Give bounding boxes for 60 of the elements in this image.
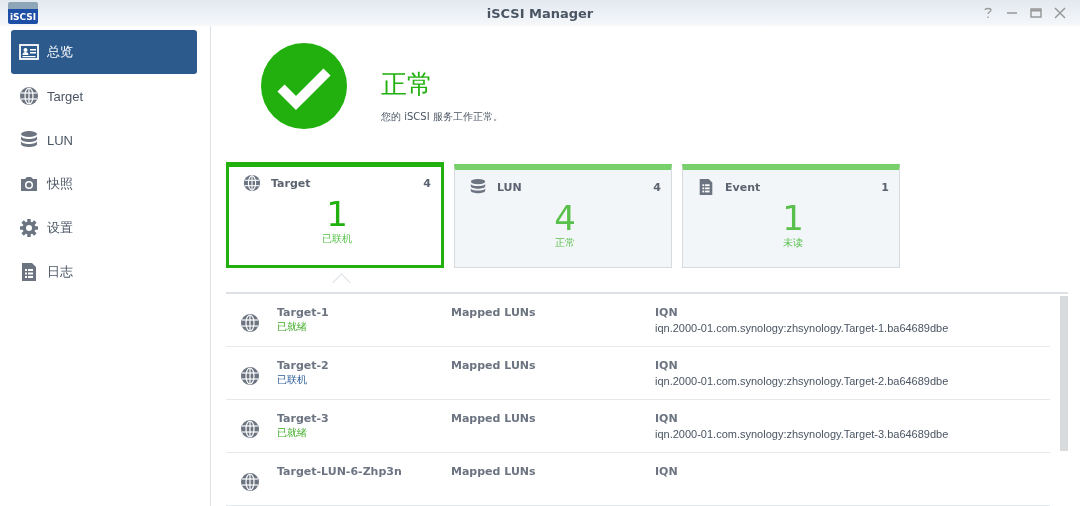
target-status: 已联机 xyxy=(277,373,308,387)
help-icon[interactable] xyxy=(982,7,994,19)
sidebar-item[interactable]: Target xyxy=(11,74,197,118)
scrollbar[interactable] xyxy=(1060,296,1068,451)
globe-icon xyxy=(240,419,260,439)
settings-icon xyxy=(19,218,39,238)
target-name: Target-3 xyxy=(277,412,330,425)
globe-icon xyxy=(240,366,260,386)
sidebar-item[interactable]: 总览 xyxy=(11,30,197,74)
sidebar-item[interactable]: 设置 xyxy=(11,206,197,250)
close-icon[interactable] xyxy=(1054,7,1066,19)
document-list-icon xyxy=(697,178,715,196)
card-title: Target xyxy=(271,176,311,190)
window-title: iSCSI Manager xyxy=(486,5,594,21)
globe-icon xyxy=(19,86,39,106)
target-name: Target-1 xyxy=(277,306,330,319)
iqn-label: IQN xyxy=(655,412,679,425)
card-caption: 正常 xyxy=(554,236,576,250)
sidebar-item[interactable]: LUN xyxy=(11,118,197,162)
target-status: 已就绪 xyxy=(277,426,308,440)
card-caption: 已联机 xyxy=(321,232,353,246)
globe-icon xyxy=(243,174,261,192)
status-title: 正常 xyxy=(381,68,434,101)
iqn-label: IQN xyxy=(655,306,679,319)
iqn-value: iqn.2000-01.com.synology:zhsynology.Target-2.ba64689dbe xyxy=(655,375,949,387)
summary-card[interactable]: LUN 4 4 正常 xyxy=(454,164,672,268)
iqn-value: iqn.2000-01.com.synology:zhsynology.Target-3.ba64689dbe xyxy=(655,428,949,440)
mapped-luns-label: Mapped LUNs xyxy=(451,465,537,478)
maximize-icon[interactable] xyxy=(1030,7,1042,19)
target-status: 已就绪 xyxy=(277,320,308,334)
summary-card[interactable]: Event 1 1 未读 xyxy=(682,164,900,268)
status-message: 您的 iSCSI 服务工作正常。 xyxy=(381,110,503,124)
card-count: 4 xyxy=(553,200,577,236)
app-icon: iSCSI xyxy=(8,2,38,24)
card-count: 1 xyxy=(325,196,348,232)
sidebar-item[interactable]: 快照 xyxy=(11,162,197,206)
card-total: 4 xyxy=(653,180,661,194)
database-icon xyxy=(469,178,487,196)
database-icon xyxy=(19,130,39,150)
target-name: Target-LUN-6-Zhp3n xyxy=(277,465,403,478)
mapped-luns-label: Mapped LUNs xyxy=(451,306,537,319)
mapped-luns-label: Mapped LUNs xyxy=(451,412,537,425)
globe-icon xyxy=(240,472,260,492)
target-name: Target-2 xyxy=(277,359,330,372)
id-card-icon xyxy=(19,42,39,62)
globe-icon xyxy=(240,313,260,333)
card-caption: 未读 xyxy=(782,236,804,250)
check-circle-icon xyxy=(261,43,347,129)
camera-icon xyxy=(19,174,39,194)
card-total: 4 xyxy=(423,176,431,190)
iqn-value: iqn.2000-01.com.synology:zhsynology.Target-1.ba64689dbe xyxy=(655,322,949,334)
iqn-label: IQN xyxy=(655,359,679,372)
iqn-label: IQN xyxy=(655,465,678,478)
card-title: LUN xyxy=(497,180,522,194)
card-count: 1 xyxy=(781,200,805,236)
sidebar-item[interactable]: 日志 xyxy=(11,250,197,294)
card-title: Event xyxy=(725,180,761,194)
mapped-luns-label: Mapped LUNs xyxy=(451,359,537,372)
document-list-icon xyxy=(19,262,39,282)
card-total: 1 xyxy=(881,180,889,194)
